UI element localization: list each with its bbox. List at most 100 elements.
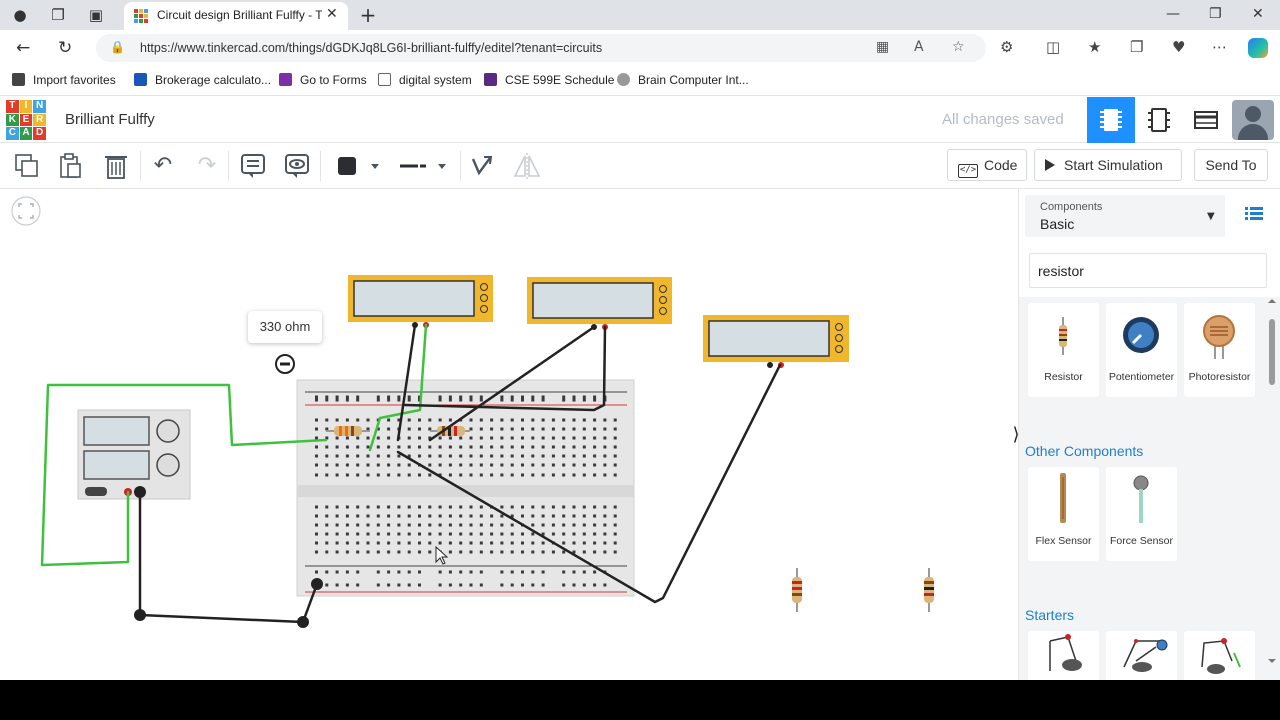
copy-icon[interactable] <box>12 151 42 181</box>
power-supply[interactable] <box>77 409 191 500</box>
circuit-canvas[interactable]: 330 ohm <box>4 189 1018 680</box>
play-icon <box>1045 159 1055 171</box>
close-tab-icon[interactable]: ✕ <box>326 6 338 22</box>
new-tab-icon[interactable]: + <box>358 5 378 25</box>
components-dropdown[interactable]: Components Basic ▼ <box>1025 195 1225 237</box>
more-menu-icon[interactable]: ⋯ <box>1212 38 1227 56</box>
back-icon[interactable]: ← <box>16 38 30 58</box>
undo-icon[interactable]: ↶ <box>148 151 178 181</box>
notes-visibility-icon[interactable] <box>282 151 312 181</box>
starter-item-3[interactable] <box>1184 631 1255 680</box>
notes-icon[interactable] <box>238 151 268 181</box>
refresh-icon[interactable]: ↻ <box>58 38 72 58</box>
start-simulation-button[interactable]: Start Simulation <box>1034 149 1182 181</box>
favorite-cse-schedule[interactable]: CSE 599E Schedule <box>484 73 614 87</box>
lock-icon: 🔒 <box>110 40 125 54</box>
code-button[interactable]: </> Code <box>947 149 1027 181</box>
send-to-button[interactable]: Send To <box>1194 149 1268 181</box>
rotate-icon[interactable] <box>466 151 496 181</box>
starter-circuit-icon <box>1049 634 1082 671</box>
panel-scrollbar[interactable] <box>1265 297 1279 669</box>
edit-toolbar: ↶ ↷ </> Code Start Simulation Send To <box>0 143 1280 189</box>
favorite-digital-system[interactable]: digital system <box>378 73 472 87</box>
component-list-view-button[interactable] <box>1182 97 1230 143</box>
collections-icon[interactable]: ❐ <box>1130 38 1143 56</box>
multimeter-2[interactable] <box>527 277 672 330</box>
profile-icon[interactable]: ● <box>10 5 30 25</box>
minimize-icon[interactable]: — <box>1166 6 1180 22</box>
favorite-brokerage[interactable]: Brokerage calculato... <box>134 73 271 87</box>
tab-actions-icon[interactable]: ▣ <box>86 5 106 25</box>
tab-title: Circuit design Brilliant Fulffy - Tinker… <box>157 8 322 22</box>
tinkercad-logo[interactable]: TIN KER CAD <box>6 100 46 140</box>
bookmark-blue-icon <box>134 73 147 86</box>
favorite-brain-computer[interactable]: Brain Computer Int... <box>617 73 749 87</box>
chevron-down-icon: ▼ <box>1207 211 1215 222</box>
favorites-icon[interactable]: ★ <box>1088 38 1101 56</box>
tinkercad-header: TIN KER CAD Brilliant Fulffy All changes… <box>0 97 1280 143</box>
address-bar[interactable]: 🔒 https://www.tinkercad.com/things/dGDKJ… <box>96 34 986 62</box>
components-list: Resistor Potentiometer Photoresistor Oth… <box>1019 297 1280 680</box>
schematic-view-button[interactable] <box>1135 97 1183 143</box>
design-name[interactable]: Brilliant Fulffy <box>65 111 155 128</box>
w-logo-icon <box>484 73 497 86</box>
document-icon <box>378 73 391 86</box>
browser-tab-active[interactable]: Circuit design Brilliant Fulffy - Tinker… <box>124 2 348 30</box>
list-view-icon[interactable] <box>1245 207 1263 221</box>
restore-icon[interactable]: ❐ <box>1209 6 1222 22</box>
multimeter-1[interactable] <box>348 275 493 328</box>
favorite-star-icon[interactable]: ☆ <box>952 39 965 55</box>
component-potentiometer[interactable]: Potentiometer <box>1106 303 1177 397</box>
read-aloud-icon[interactable]: A <box>914 39 924 55</box>
wire-style-icon <box>400 164 446 169</box>
copilot-icon[interactable] <box>1248 38 1268 58</box>
browser-essentials-icon[interactable]: ♥ <box>1172 38 1185 56</box>
wire-joint[interactable] <box>297 616 309 628</box>
save-status: All changes saved <box>942 111 1064 128</box>
resistor-loose-1[interactable] <box>792 568 802 612</box>
component-photoresistor[interactable]: Photoresistor <box>1184 303 1255 397</box>
wire-joint[interactable] <box>134 609 146 621</box>
force-sensor-icon <box>1133 475 1149 523</box>
close-window-icon[interactable]: ✕ <box>1252 6 1264 22</box>
wire-type-dropdown[interactable] <box>392 151 454 181</box>
flip-icon[interactable] <box>512 151 542 181</box>
circuit-drawing <box>11 196 934 628</box>
search-input[interactable] <box>1029 253 1267 288</box>
circuit-view-button[interactable] <box>1087 97 1135 143</box>
photoresistor-icon <box>1203 315 1235 359</box>
gear-icon <box>617 73 630 86</box>
section-starters: Starters <box>1025 607 1075 623</box>
fit-view-icon[interactable] <box>11 196 41 226</box>
starter-circuit-icon <box>1201 638 1241 674</box>
import-icon <box>12 73 25 86</box>
favorite-forms[interactable]: Go to Forms <box>279 73 367 87</box>
workspaces-icon[interactable]: ❐ <box>48 5 68 25</box>
wire-color-dropdown[interactable] <box>328 151 384 181</box>
address-toolbar: ← ↻ 🔒 https://www.tinkercad.com/things/d… <box>0 30 1280 66</box>
multimeter-3[interactable] <box>703 315 849 368</box>
delete-icon[interactable] <box>101 151 131 181</box>
paste-icon[interactable] <box>56 151 86 181</box>
starter-item-2[interactable] <box>1106 631 1177 680</box>
table-icon <box>1194 111 1218 129</box>
redo-icon[interactable]: ↷ <box>192 151 222 181</box>
minus-handle-icon[interactable] <box>275 354 295 374</box>
starter-item-1[interactable] <box>1028 631 1099 680</box>
avatar[interactable] <box>1232 100 1274 140</box>
component-flex-sensor[interactable]: Flex Sensor <box>1028 467 1099 561</box>
wire-joint[interactable] <box>311 578 323 590</box>
breadboard[interactable] <box>296 379 635 597</box>
resistor-loose-2[interactable] <box>924 568 934 612</box>
app-available-icon[interactable]: ▦ <box>876 39 889 55</box>
split-screen-icon[interactable]: ◫ <box>1046 38 1060 56</box>
browser-tabbar: ● ❐ ▣ Circuit design Brilliant Fulffy - … <box>0 0 1280 30</box>
extensions-icon[interactable]: ⚙ <box>1000 38 1013 56</box>
wire-joint[interactable] <box>134 486 146 498</box>
components-panel: Components Basic ▼ Resistor Potentiomete… <box>1018 189 1280 680</box>
component-resistor[interactable]: Resistor <box>1028 303 1099 397</box>
favorite-import[interactable]: Import favorites <box>12 73 116 87</box>
url-text[interactable]: https://www.tinkercad.com/things/dGDKJq8… <box>140 41 602 55</box>
component-force-sensor[interactable]: Force Sensor <box>1106 467 1177 561</box>
potentiometer-icon <box>1123 317 1159 353</box>
